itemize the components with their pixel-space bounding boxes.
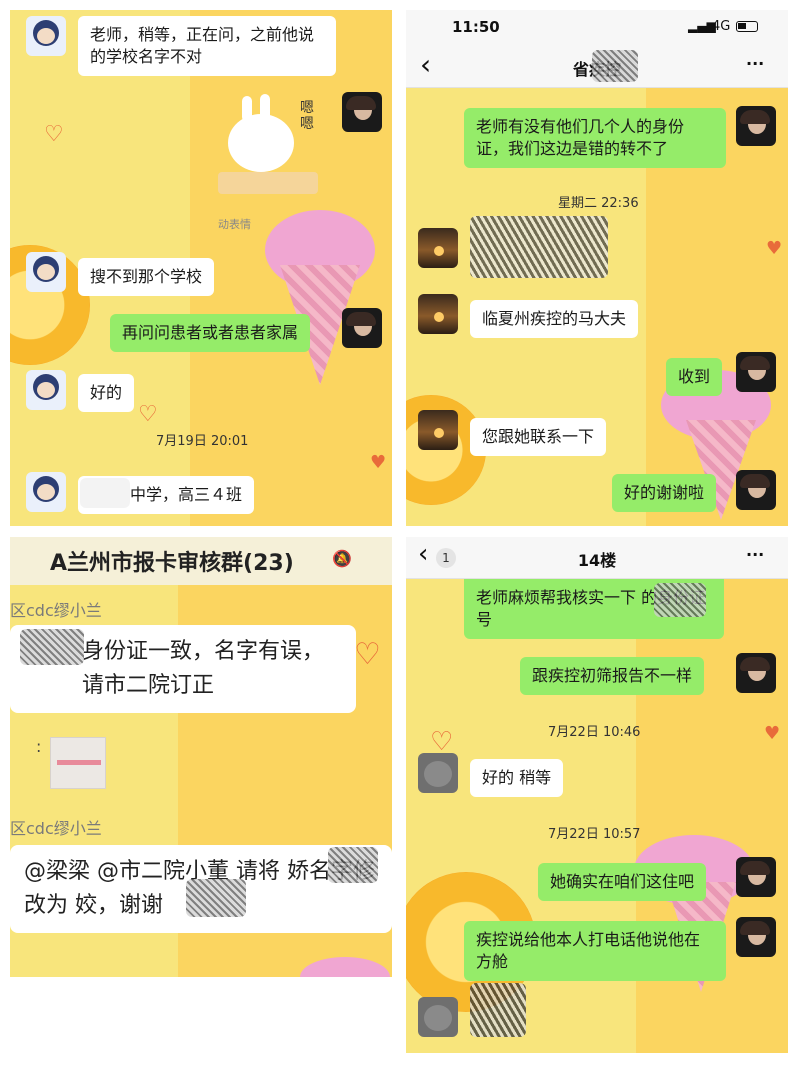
heart-icon: ♡ [354,637,381,672]
chat-bubble: 好的 稍等 [470,759,564,797]
sticker-caption: 动表情 [218,218,251,231]
chat-bubble: 跟疾控初筛报告不一样 [520,657,705,695]
chat-bubble: 疾控说给他本人打电话他说他在方舱 [464,921,726,981]
chat-bubble: 再问问患者或者患者家属 [110,314,311,352]
redaction-blur [80,478,130,508]
navigation-bar: ‹ 省疾控 ··· [406,44,788,88]
avatar[interactable] [26,16,66,56]
redacted-contact-card[interactable] [470,216,608,278]
chat-panel-4: ♥ ♡ ‹ 1 14楼 ··· 老师麻烦帮我核实一下 的身份证号 跟疾控初筛报告… [406,537,788,1053]
group-title: A兰州市报卡审核群(23) [50,551,294,576]
mute-icon[interactable]: 🔕 [332,549,352,568]
timestamp: 7月22日 10:46 [548,725,641,740]
image-attachment[interactable] [50,737,106,789]
status-time: 11:50 [452,18,500,36]
avatar[interactable] [342,92,382,132]
heart-icon: ♡ [138,402,158,427]
sender-name: 区cdc缪小兰 [10,819,102,838]
avatar[interactable] [26,252,66,292]
chat-bubble: 好的谢谢啦 [612,474,717,512]
chat-panel-3: A兰州市报卡审核群(23) 🔕 ♡ 区cdc缪小兰 身份证一致，名字有误，请市二… [10,537,392,977]
more-icon[interactable]: ··· [746,54,764,73]
redaction-blur [654,583,706,617]
chat-panel-2: ♥ 11:50 ▂▄▆ 4G ‹ 省疾控 ··· 老师有没有他们几个人的身份证，… [406,10,788,526]
more-icon[interactable]: ··· [746,545,764,564]
sticker-text: 嗯嗯 [300,100,314,132]
network-label: 4G [712,19,731,34]
chat-panel-1: ♡ ♡ ♥ 老师，稍等，正在问，之前他说的学校名字不对 嗯嗯 动表情 搜不到那个… [10,10,392,526]
avatar[interactable] [736,653,776,693]
chat-bubble: 临夏州疾控的马大夫 [470,300,639,338]
chat-bubble: 好的 [78,374,135,412]
timestamp: 7月19日 20:01 [156,434,249,449]
avatar[interactable] [26,472,66,512]
chat-title: 14楼 [577,551,617,570]
avatar[interactable] [418,228,458,268]
status-bar: 11:50 ▂▄▆ 4G [406,10,788,44]
redaction-blur [20,629,84,665]
avatar[interactable] [736,857,776,897]
timestamp: 7月22日 10:57 [548,827,641,842]
chat-bubble: 您跟她联系一下 [470,418,607,456]
chat-bubble: 老师有没有他们几个人的身份证，我们这边是错的转不了 [464,108,726,168]
chat-bubble: 收到 [666,358,723,396]
redacted-image-message[interactable] [470,983,526,1037]
battery-icon [736,21,758,32]
sticker[interactable]: 嗯嗯 [208,90,328,210]
timestamp: 星期二 22:36 [558,196,639,211]
avatar[interactable] [418,294,458,334]
heart-icon: ♥ [766,238,783,259]
avatar[interactable] [736,917,776,957]
avatar[interactable] [736,470,776,510]
attachment-prefix: : [36,737,42,756]
sender-name: 区cdc缪小兰 [10,601,102,620]
avatar[interactable] [342,308,382,348]
chat-bubble: 她确实在咱们这住吧 [538,863,707,901]
heart-icon: ♥ [764,723,781,744]
redaction-blur [328,847,378,883]
avatar[interactable] [418,410,458,450]
avatar[interactable] [736,106,776,146]
avatar[interactable] [736,352,776,392]
avatar[interactable] [418,753,458,793]
chat-bubble: 老师，稍等，正在问，之前他说的学校名字不对 [78,16,336,76]
redaction-blur [186,879,246,917]
avatar[interactable] [26,370,66,410]
chat-bubble: 搜不到那个学校 [78,258,215,296]
redaction-blur [592,50,638,82]
heart-icon: ♡ [44,122,64,147]
group-header: A兰州市报卡审核群(23) 🔕 [10,537,392,585]
avatar[interactable] [418,997,458,1037]
navigation-bar: ‹ 1 14楼 ··· [406,537,788,579]
heart-icon: ♥ [370,452,387,473]
